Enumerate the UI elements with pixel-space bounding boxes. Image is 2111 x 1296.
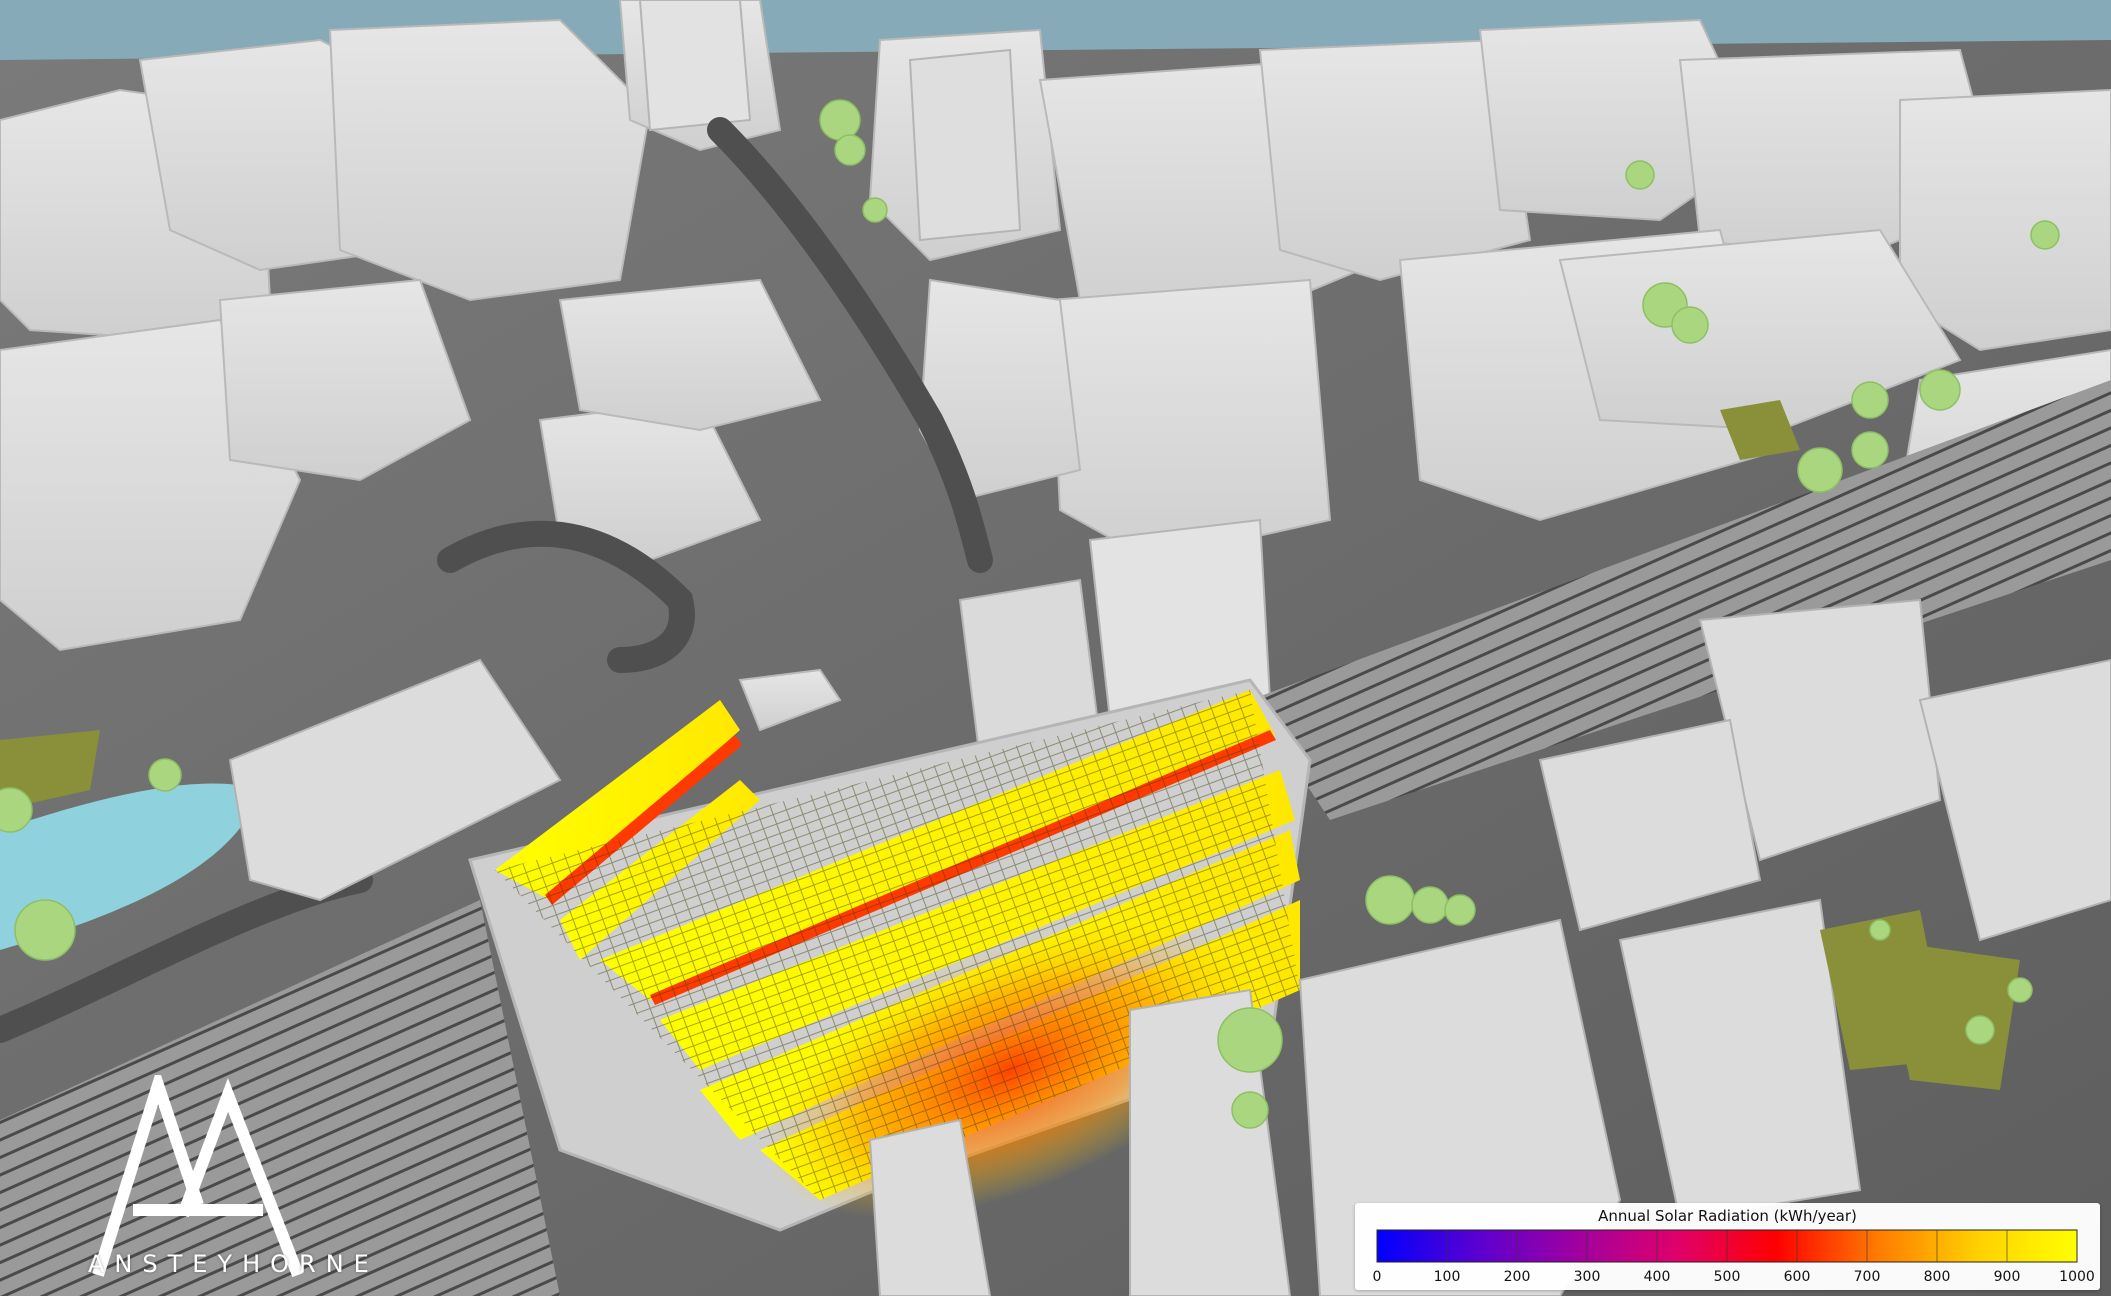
logo-wordmark: ANSTEYHORNE xyxy=(88,1250,379,1278)
legend-tick-label: 800 xyxy=(1924,1269,1951,1285)
legend-colorbar: 0 100 200 300 400 500 600 700 800 900 1000 xyxy=(1373,1229,2095,1285)
legend-tick-label: 0 xyxy=(1373,1269,1382,1285)
legend-tick-label: 500 xyxy=(1714,1269,1741,1285)
legend-tick-label: 200 xyxy=(1504,1269,1531,1285)
legend-tick-label: 1000 xyxy=(2059,1269,2095,1285)
legend-tick-label: 600 xyxy=(1784,1269,1811,1285)
legend-tick-label: 400 xyxy=(1644,1269,1671,1285)
legend-tick-label: 900 xyxy=(1994,1269,2021,1285)
color-legend: Annual Solar Radiation (kWh/year) 0 100 20… xyxy=(1355,1203,2100,1290)
legend-tick-label: 300 xyxy=(1574,1269,1601,1285)
legend-tick-label: 700 xyxy=(1854,1269,1881,1285)
legend-tick-label: 100 xyxy=(1434,1269,1461,1285)
